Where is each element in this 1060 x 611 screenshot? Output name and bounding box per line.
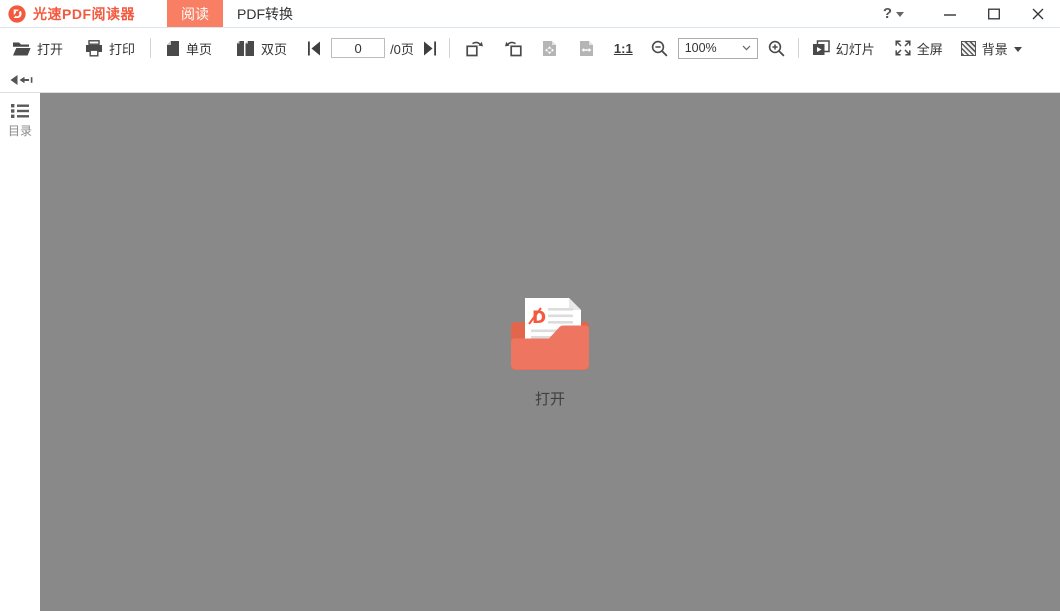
minimize-icon (944, 13, 956, 16)
rotate-right-icon (466, 41, 483, 56)
open-folder-illustration: D (511, 297, 589, 370)
sidebar-item-toc[interactable]: 目录 (8, 103, 32, 139)
collapse-sidebar-button[interactable] (10, 74, 33, 86)
toolbar-divider (797, 38, 799, 58)
app-logo-icon: D (8, 4, 26, 23)
fit-page-button[interactable] (542, 40, 557, 57)
slideshow-label: 幻灯片 (835, 41, 875, 57)
fullscreen-label: 全屏 (916, 41, 943, 57)
content-area: 目录 D 打开 (0, 93, 1060, 611)
zoom-level-select[interactable]: 100% (677, 37, 758, 59)
brand: D 光速PDF阅读器 (0, 0, 135, 27)
background-label: 背景 (981, 41, 1008, 57)
tab-reading[interactable]: 阅读 (167, 0, 223, 27)
open-button-label: 打开 (37, 41, 64, 57)
help-label: ? (882, 5, 892, 22)
zoom-in-button[interactable] (768, 40, 785, 57)
background-button[interactable]: 背景 (960, 39, 1022, 58)
document-canvas: D 打开 (40, 93, 1060, 611)
main-tabs: 阅读 PDF转换 (167, 0, 307, 27)
rotate-right-button[interactable] (466, 40, 484, 57)
collapse-left-icon (10, 75, 33, 85)
slideshow-button[interactable]: 幻灯片 (812, 39, 875, 58)
maximize-button[interactable] (972, 0, 1016, 27)
caret-down-icon (896, 12, 904, 17)
help-menu-button[interactable]: ? (873, 0, 914, 27)
printer-icon (86, 39, 103, 56)
tab-pdf-convert[interactable]: PDF转换 (223, 0, 307, 27)
open-button[interactable]: 打开 (12, 39, 63, 58)
toolbar-divider (448, 38, 450, 58)
zoom-out-button[interactable] (651, 40, 668, 57)
single-page-icon (167, 40, 180, 56)
fit-page-icon (542, 40, 556, 56)
sidebar: 目录 (0, 93, 40, 611)
toolbar-divider (150, 38, 152, 58)
app-title: 光速PDF阅读器 (33, 5, 135, 22)
zoom-in-icon (768, 40, 785, 56)
rotate-left-icon (504, 41, 522, 56)
first-page-icon (308, 41, 321, 55)
close-icon (1032, 8, 1044, 19)
chevron-down-icon (742, 45, 751, 51)
single-page-label: 单页 (186, 41, 213, 57)
zoom-level-value: 100% (684, 41, 717, 55)
background-swatch-icon (960, 40, 976, 56)
open-file-target[interactable]: D 打开 (511, 296, 589, 409)
actual-size-label: 1:1 (613, 40, 633, 56)
single-page-button[interactable]: 单页 (166, 39, 212, 58)
svg-text:D: D (13, 8, 22, 21)
toolbar: 打开 打印 单页 双页 0 /0页 1:1 100% 幻灯片 全屏 背景 (0, 28, 1060, 68)
caret-down-icon (1013, 46, 1022, 52)
maximize-icon (988, 8, 1000, 19)
folder-open-icon (13, 42, 31, 55)
fit-width-button[interactable] (579, 40, 594, 57)
print-button-label: 打印 (109, 41, 136, 57)
subbar (0, 68, 1060, 93)
print-button[interactable]: 打印 (85, 39, 135, 58)
page-number-input[interactable] (331, 38, 386, 58)
fullscreen-button[interactable]: 全屏 (895, 39, 943, 58)
fit-width-icon (579, 40, 593, 56)
titlebar: D 光速PDF阅读器 阅读 PDF转换 ? (0, 0, 1060, 28)
titlebar-controls: ? (873, 0, 1060, 27)
rotate-left-button[interactable] (504, 40, 522, 57)
last-page-icon (423, 41, 436, 55)
close-button[interactable] (1016, 0, 1060, 27)
page-total-label: /0页 (390, 41, 414, 57)
first-page-button[interactable] (307, 41, 321, 56)
zoom-out-icon (651, 40, 668, 56)
fullscreen-icon (895, 40, 911, 56)
minimize-button[interactable] (928, 0, 972, 27)
toc-label: 目录 (7, 124, 32, 138)
double-page-label: 双页 (261, 41, 288, 57)
double-page-button[interactable]: 双页 (236, 39, 287, 58)
app-window: D 光速PDF阅读器 阅读 PDF转换 ? 打开 打印 单页 双页 0 /0页 … (0, 0, 1060, 611)
actual-size-button[interactable]: 1:1 (614, 41, 633, 56)
open-file-label: 打开 (534, 390, 565, 408)
toc-list-icon (10, 104, 29, 118)
double-page-icon (237, 40, 255, 56)
last-page-button[interactable] (423, 41, 437, 56)
slideshow-icon (812, 40, 830, 55)
